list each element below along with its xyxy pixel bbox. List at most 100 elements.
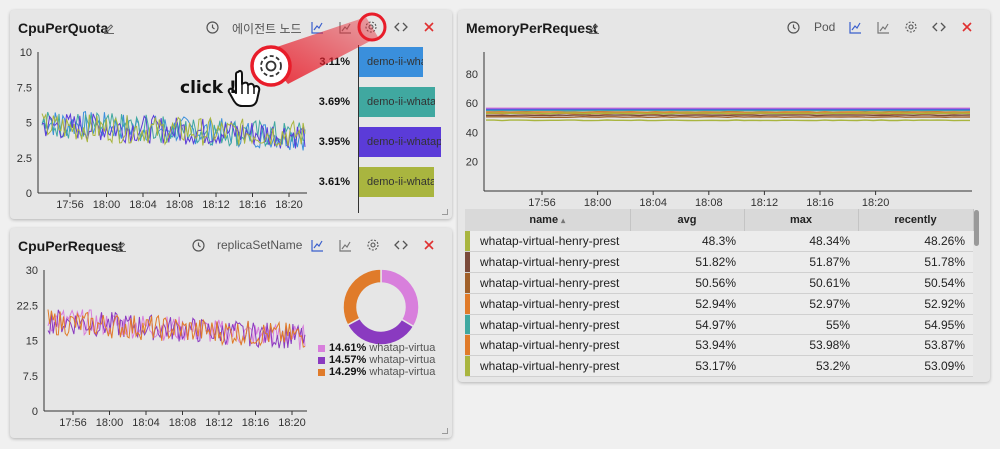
code-icon[interactable] xyxy=(931,19,947,35)
filter-label[interactable]: 에이전트 노드 xyxy=(232,20,302,37)
table-row[interactable]: whatap-virtual-henry-prest 51.82% 51.87% 51… xyxy=(465,251,974,274)
code-icon[interactable] xyxy=(393,237,409,253)
cell-max: 53.98% xyxy=(744,334,859,357)
y-tick-label: 60 xyxy=(466,98,478,110)
x-tick-label: 18:12 xyxy=(202,199,230,211)
y-tick-label: 30 xyxy=(26,265,38,277)
area-chart-icon[interactable] xyxy=(875,19,891,35)
legend-percent: 14.57% xyxy=(329,354,367,366)
cell-max: 51.87% xyxy=(744,251,859,274)
filter-label[interactable]: Pod xyxy=(814,20,835,34)
cell-avg: 51.82% xyxy=(630,251,745,274)
resize-handle[interactable] xyxy=(442,209,448,215)
legend-swatch xyxy=(318,368,325,376)
x-tick-label: 18:08 xyxy=(166,199,194,211)
column-header-recently[interactable]: recently xyxy=(858,209,974,231)
cpu-quota-line-chart: 10 7.5 5 2.5 0 17:56 18:00 18:04 18:08 18:12 18:1… xyxy=(17,47,307,211)
y-tick-label: 10 xyxy=(20,47,32,59)
legend-item[interactable]: 14.61% whatap-virtua xyxy=(318,342,435,354)
y-tick-label: 0 xyxy=(26,188,32,200)
legend-item[interactable]: 14.57% whatap-virtua xyxy=(318,354,435,366)
cell-name: whatap-virtual-henry-prest xyxy=(470,314,631,336)
bar-item[interactable]: demo-ii-whatap xyxy=(359,167,434,197)
cell-max: 55% xyxy=(744,314,859,336)
panel-title: MemoryPerRequest xyxy=(466,20,598,36)
y-tick-label: 5 xyxy=(26,118,32,130)
line-chart-icon[interactable] xyxy=(847,19,863,35)
x-tick-label: 18:20 xyxy=(278,417,306,429)
x-tick-label: 18:00 xyxy=(93,199,121,211)
column-header-max[interactable]: max xyxy=(744,209,859,231)
series-line xyxy=(486,114,971,117)
memory-per-request-panel: MemoryPerRequest Pod 80 60 40 20 17:56 18:00… xyxy=(458,10,990,382)
x-tick-label: 18:04 xyxy=(132,417,160,429)
x-tick-label: 18:20 xyxy=(862,197,890,209)
cell-avg: 48.3% xyxy=(630,231,745,253)
cell-name: whatap-virtual-henry-prest xyxy=(470,355,631,378)
panel-title: CpuPerQuota xyxy=(18,20,109,36)
cell-max: 48.34% xyxy=(744,231,859,253)
donut-chart xyxy=(342,268,420,346)
x-tick-label: 17:56 xyxy=(528,197,556,209)
table-row[interactable]: whatap-virtual-henry-prest 53.17% 53.2% 53.… xyxy=(465,355,974,378)
line-chart-icon[interactable] xyxy=(309,19,325,35)
line-chart-icon[interactable] xyxy=(309,237,325,253)
cell-recently: 51.78% xyxy=(858,251,974,274)
donut-slice[interactable] xyxy=(380,268,420,328)
area-chart-icon[interactable] xyxy=(337,237,353,253)
series-line xyxy=(485,111,971,114)
cell-recently: 52.92% xyxy=(858,293,974,315)
x-tick-label: 18:00 xyxy=(96,417,124,429)
gear-icon[interactable] xyxy=(903,19,919,35)
table-row[interactable]: whatap-virtual-henry-prest 54.97% 55% 54.95… xyxy=(465,314,974,336)
cpu-per-quota-panel: CpuPerQuota 에이전트 노드 10 7.5 5 2.5 0 17:56 18:0… xyxy=(10,10,452,219)
clock-icon[interactable] xyxy=(204,19,220,35)
cell-recently: 48.26% xyxy=(858,231,974,253)
close-icon[interactable] xyxy=(421,237,437,253)
legend-swatch xyxy=(318,344,325,352)
bar-item[interactable]: demo-ii-whatap xyxy=(359,47,423,77)
y-tick-label: 80 xyxy=(466,69,478,81)
legend-item[interactable]: 14.29% whatap-virtua xyxy=(318,366,435,378)
table-row[interactable]: whatap-virtual-henry-prest 52.94% 52.97% 52… xyxy=(465,293,974,315)
close-icon[interactable] xyxy=(421,19,437,35)
x-tick-label: 18:16 xyxy=(242,417,270,429)
legend-name: whatap-virtua xyxy=(369,342,436,354)
y-tick-label: 7.5 xyxy=(17,82,32,94)
bar-item[interactable]: demo-ii-whatap xyxy=(359,127,441,157)
filter-label[interactable]: replicaSetName xyxy=(217,238,302,252)
x-tick-label: 18:08 xyxy=(169,417,197,429)
table-scrollbar[interactable] xyxy=(974,210,979,246)
series-line xyxy=(486,119,970,122)
pencil-icon[interactable] xyxy=(103,21,115,39)
resize-handle[interactable] xyxy=(442,428,448,434)
cell-avg: 53.17% xyxy=(630,355,745,378)
pencil-icon[interactable] xyxy=(115,239,127,257)
table-row[interactable]: whatap-virtual-henry-prest 53.94% 53.98% 53… xyxy=(465,334,974,357)
cell-avg: 50.56% xyxy=(630,272,745,294)
y-tick-label: 22.5 xyxy=(17,300,38,312)
close-icon[interactable] xyxy=(959,19,975,35)
table-row[interactable]: whatap-virtual-henry-prest 48.3% 48.34% 48.… xyxy=(465,231,974,253)
cell-recently: 54.95% xyxy=(858,314,974,336)
bar-item[interactable]: demo-ii-whatap xyxy=(359,87,435,117)
gear-icon[interactable] xyxy=(363,19,379,35)
column-header-name[interactable]: name ▴ xyxy=(465,209,631,231)
cell-name: whatap-virtual-henry-prest xyxy=(470,334,631,357)
code-icon[interactable] xyxy=(393,19,409,35)
column-header-avg[interactable]: avg xyxy=(630,209,745,231)
clock-icon[interactable] xyxy=(190,237,206,253)
clock-icon[interactable] xyxy=(785,19,801,35)
cell-recently: 53.87% xyxy=(858,334,974,357)
area-chart-icon[interactable] xyxy=(337,19,353,35)
pencil-icon[interactable] xyxy=(588,21,600,39)
memory-table: name ▴ avg max recently whatap-virtual-h… xyxy=(465,209,974,378)
gear-icon[interactable] xyxy=(365,237,381,253)
cell-recently: 53.09% xyxy=(858,355,974,378)
bar-axis-line xyxy=(358,45,359,213)
donut-slice[interactable] xyxy=(342,268,382,327)
bar-percent: 3.11% xyxy=(319,56,350,68)
table-row[interactable]: whatap-virtual-henry-prest 50.56% 50.61% 50… xyxy=(465,272,974,294)
x-tick-label: 18:20 xyxy=(275,199,303,211)
donut-slice[interactable] xyxy=(346,317,415,346)
